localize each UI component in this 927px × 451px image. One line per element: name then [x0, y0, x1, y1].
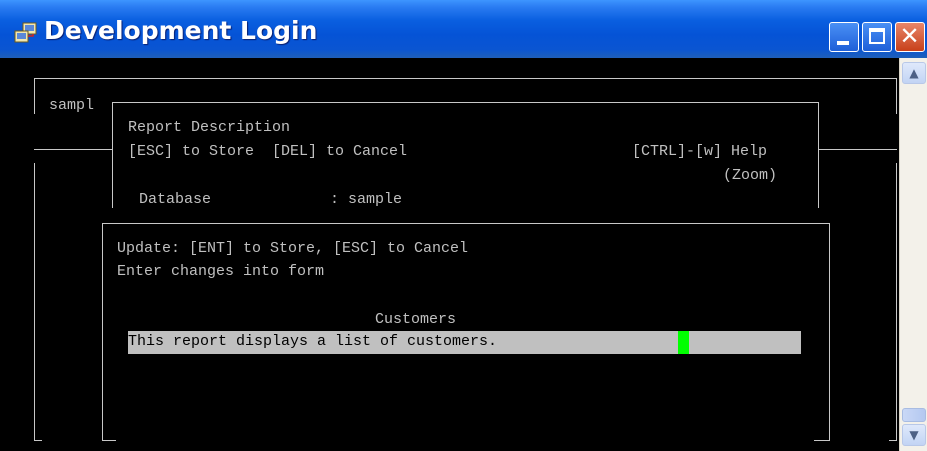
- window-title: Development Login: [44, 16, 318, 45]
- maximize-button[interactable]: [862, 22, 892, 52]
- dialog-border: [102, 223, 103, 441]
- chevron-up-icon: ▲: [909, 66, 919, 80]
- database-value: : sample: [330, 191, 403, 208]
- scroll-thumb[interactable]: [902, 408, 926, 422]
- frame-line: [818, 149, 897, 150]
- terminal-window: Development Login ✕ sampl Report Descrip…: [0, 0, 927, 451]
- maximize-icon: [869, 28, 885, 44]
- help-hint: [CTRL]-[w] Help: [632, 143, 768, 160]
- frame-line: [34, 149, 112, 150]
- dialog-border: [102, 440, 116, 441]
- app-icon: [14, 22, 37, 43]
- update-subinstruction: Enter changes into form: [117, 263, 325, 280]
- zoom-hint: (Zoom): [723, 167, 778, 184]
- close-icon: ✕: [899, 22, 920, 50]
- close-button[interactable]: ✕: [895, 22, 925, 52]
- update-instruction: Update: [ENT] to Store, [ESC] to Cancel: [117, 240, 469, 257]
- report-title: Report Description: [128, 119, 291, 136]
- frame-line: [896, 163, 897, 441]
- frame-line: [896, 78, 897, 114]
- frame-line: [34, 78, 896, 79]
- scroll-up-button[interactable]: ▲: [902, 62, 926, 84]
- frame-line: [34, 78, 35, 114]
- chevron-down-icon: ▼: [909, 428, 919, 442]
- frame-line: [889, 440, 897, 441]
- field-label: Customers: [375, 311, 457, 328]
- title-bar[interactable]: Development Login ✕: [0, 0, 927, 58]
- database-label: Database: [139, 191, 212, 208]
- dialog-border: [829, 223, 830, 441]
- frame-line: [34, 163, 35, 441]
- dialog-border: [814, 440, 830, 441]
- report-panel-border: [818, 102, 819, 208]
- console-area[interactable]: sampl Report Description [ESC] to Store …: [0, 58, 899, 451]
- background-form-label: sampl: [49, 97, 99, 115]
- frame-line: [34, 440, 42, 441]
- report-panel-border: [112, 102, 818, 103]
- minimize-icon: [837, 41, 849, 45]
- scroll-down-button[interactable]: ▼: [902, 424, 926, 446]
- vertical-scrollbar[interactable]: ▲ ▼: [899, 58, 927, 451]
- minimize-button[interactable]: [829, 22, 859, 52]
- description-value: This report displays a list of customers…: [128, 333, 498, 350]
- description-input[interactable]: This report displays a list of customers…: [128, 331, 801, 354]
- report-panel-border: [112, 102, 113, 208]
- store-hint: [ESC] to Store [DEL] to Cancel: [128, 143, 408, 160]
- dialog-border: [102, 223, 830, 224]
- text-cursor: [678, 331, 689, 354]
